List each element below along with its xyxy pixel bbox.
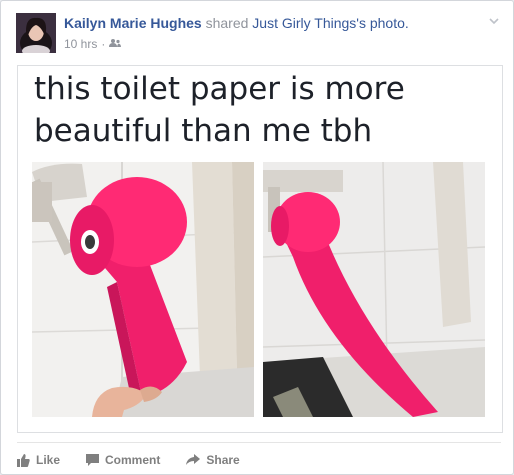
timestamp-link[interactable]: 10 hrs	[64, 37, 97, 51]
shared-source-link[interactable]: Just Girly Things's photo.	[252, 15, 408, 31]
share-icon	[186, 454, 201, 465]
chevron-down-icon[interactable]	[489, 13, 499, 25]
shared-post-box[interactable]: this toilet paper is more beautiful than…	[17, 65, 503, 433]
avatar[interactable]	[16, 13, 56, 53]
comment-button[interactable]: Comment	[86, 448, 160, 472]
action-text: shared	[205, 15, 249, 31]
news-feed-post: Kailyn Marie Hughes shared Just Girly Th…	[0, 0, 514, 475]
like-icon	[17, 453, 30, 467]
friends-icon[interactable]	[109, 37, 122, 51]
post-caption: this toilet paper is more beautiful than…	[34, 71, 405, 149]
post-header: Kailyn Marie Hughes shared Just Girly Th…	[64, 15, 409, 31]
photo-right[interactable]	[263, 162, 485, 417]
comment-label: Comment	[105, 453, 161, 467]
action-divider	[17, 442, 501, 443]
post-actions: Like Comment Share	[17, 448, 266, 472]
photo-left[interactable]	[32, 162, 254, 417]
author-name-link[interactable]: Kailyn Marie Hughes	[64, 15, 202, 31]
like-button[interactable]: Like	[17, 448, 60, 472]
meta-separator: ·	[101, 37, 106, 51]
share-label: Share	[206, 453, 240, 467]
like-label: Like	[36, 453, 61, 467]
share-button[interactable]: Share	[186, 448, 240, 472]
comment-icon	[86, 454, 100, 466]
post-meta: 10 hrs ·	[64, 37, 122, 51]
